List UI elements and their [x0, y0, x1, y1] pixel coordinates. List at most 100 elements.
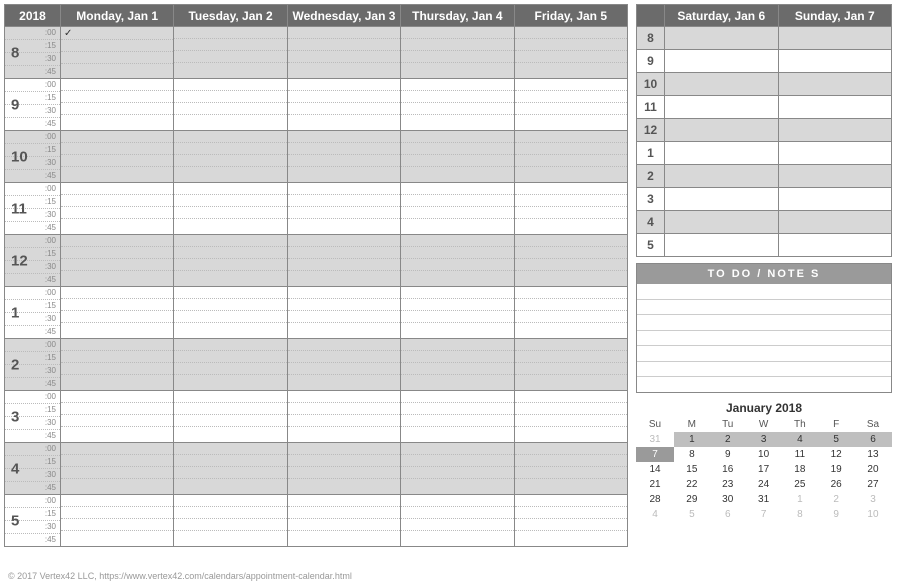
- time-slot[interactable]: [174, 287, 287, 339]
- time-slot[interactable]: [61, 183, 174, 235]
- time-slot[interactable]: [61, 235, 174, 287]
- mini-day[interactable]: 28: [636, 492, 674, 507]
- time-slot[interactable]: [401, 339, 514, 391]
- time-slot[interactable]: [514, 287, 627, 339]
- weekend-slot[interactable]: [665, 96, 779, 119]
- mini-day[interactable]: 17: [746, 462, 782, 477]
- time-slot[interactable]: [287, 27, 400, 79]
- time-slot[interactable]: [401, 27, 514, 79]
- mini-day[interactable]: 31: [746, 492, 782, 507]
- time-slot[interactable]: [174, 183, 287, 235]
- mini-day[interactable]: 1: [674, 432, 710, 447]
- mini-day[interactable]: 25: [781, 477, 818, 492]
- mini-day[interactable]: 10: [854, 507, 892, 522]
- mini-day[interactable]: 27: [854, 477, 892, 492]
- time-slot[interactable]: [287, 183, 400, 235]
- time-slot[interactable]: [287, 287, 400, 339]
- time-slot[interactable]: [174, 235, 287, 287]
- time-slot[interactable]: [287, 391, 400, 443]
- time-slot[interactable]: [514, 391, 627, 443]
- weekend-slot[interactable]: [778, 27, 892, 50]
- weekend-slot[interactable]: [665, 27, 779, 50]
- time-slot[interactable]: [401, 287, 514, 339]
- time-slot[interactable]: [61, 391, 174, 443]
- time-slot[interactable]: [61, 131, 174, 183]
- time-slot[interactable]: [61, 79, 174, 131]
- time-slot[interactable]: [287, 131, 400, 183]
- mini-day[interactable]: 5: [674, 507, 710, 522]
- time-slot[interactable]: [287, 443, 400, 495]
- weekend-slot[interactable]: [778, 188, 892, 211]
- time-slot[interactable]: [174, 27, 287, 79]
- time-slot[interactable]: [287, 339, 400, 391]
- mini-day[interactable]: 9: [818, 507, 854, 522]
- weekend-slot[interactable]: [778, 96, 892, 119]
- mini-day[interactable]: 22: [674, 477, 710, 492]
- time-slot[interactable]: [514, 183, 627, 235]
- mini-day[interactable]: 13: [854, 447, 892, 462]
- mini-day[interactable]: 2: [818, 492, 854, 507]
- mini-day[interactable]: 31: [636, 432, 674, 447]
- mini-day[interactable]: 6: [854, 432, 892, 447]
- time-slot[interactable]: [401, 495, 514, 547]
- mini-day[interactable]: 10: [746, 447, 782, 462]
- time-slot[interactable]: [401, 131, 514, 183]
- time-slot[interactable]: [514, 235, 627, 287]
- mini-day[interactable]: 3: [854, 492, 892, 507]
- time-slot[interactable]: [514, 495, 627, 547]
- mini-day[interactable]: 29: [674, 492, 710, 507]
- mini-day[interactable]: 20: [854, 462, 892, 477]
- weekend-slot[interactable]: [778, 165, 892, 188]
- weekend-slot[interactable]: [665, 188, 779, 211]
- todo-lines[interactable]: [637, 284, 891, 392]
- time-slot[interactable]: [514, 79, 627, 131]
- weekend-slot[interactable]: [778, 142, 892, 165]
- mini-day[interactable]: 30: [710, 492, 746, 507]
- weekend-slot[interactable]: [778, 211, 892, 234]
- weekend-slot[interactable]: [665, 73, 779, 96]
- mini-day[interactable]: 23: [710, 477, 746, 492]
- time-slot[interactable]: [514, 27, 627, 79]
- time-slot[interactable]: ✓: [61, 27, 174, 79]
- time-slot[interactable]: [61, 495, 174, 547]
- mini-day[interactable]: 4: [781, 432, 818, 447]
- time-slot[interactable]: [174, 495, 287, 547]
- time-slot[interactable]: [287, 79, 400, 131]
- time-slot[interactable]: [401, 183, 514, 235]
- weekend-slot[interactable]: [665, 119, 779, 142]
- time-slot[interactable]: [514, 339, 627, 391]
- mini-day[interactable]: 8: [781, 507, 818, 522]
- time-slot[interactable]: [61, 339, 174, 391]
- time-slot[interactable]: [401, 235, 514, 287]
- mini-day[interactable]: 2: [710, 432, 746, 447]
- time-slot[interactable]: [401, 391, 514, 443]
- mini-day[interactable]: 21: [636, 477, 674, 492]
- weekend-slot[interactable]: [778, 73, 892, 96]
- weekend-slot[interactable]: [778, 50, 892, 73]
- weekend-slot[interactable]: [665, 165, 779, 188]
- mini-day[interactable]: 19: [818, 462, 854, 477]
- weekend-slot[interactable]: [665, 234, 779, 257]
- mini-day[interactable]: 24: [746, 477, 782, 492]
- mini-day[interactable]: 9: [710, 447, 746, 462]
- time-slot[interactable]: [401, 443, 514, 495]
- weekend-slot[interactable]: [665, 211, 779, 234]
- time-slot[interactable]: [514, 131, 627, 183]
- weekend-slot[interactable]: [665, 142, 779, 165]
- time-slot[interactable]: [61, 287, 174, 339]
- mini-day[interactable]: 11: [781, 447, 818, 462]
- mini-day[interactable]: 7: [636, 447, 674, 462]
- time-slot[interactable]: [174, 79, 287, 131]
- weekend-slot[interactable]: [778, 119, 892, 142]
- weekend-slot[interactable]: [665, 50, 779, 73]
- mini-day[interactable]: 1: [781, 492, 818, 507]
- mini-day[interactable]: 4: [636, 507, 674, 522]
- time-slot[interactable]: [514, 443, 627, 495]
- mini-day[interactable]: 6: [710, 507, 746, 522]
- mini-day[interactable]: 8: [674, 447, 710, 462]
- mini-day[interactable]: 3: [746, 432, 782, 447]
- mini-day[interactable]: 7: [746, 507, 782, 522]
- time-slot[interactable]: [287, 235, 400, 287]
- mini-day[interactable]: 5: [818, 432, 854, 447]
- time-slot[interactable]: [174, 391, 287, 443]
